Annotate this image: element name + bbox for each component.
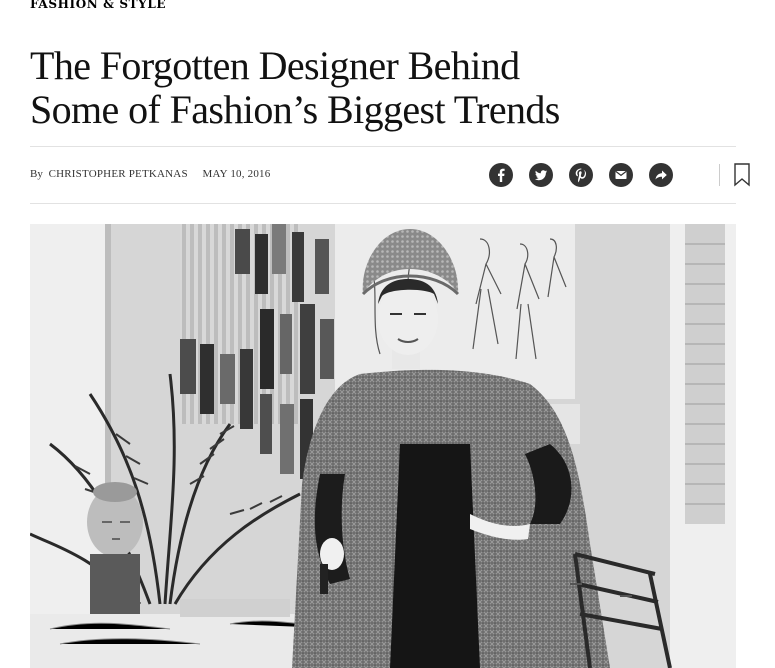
twitter-icon — [535, 170, 547, 181]
facebook-icon — [498, 168, 505, 182]
twitter-share-button[interactable] — [529, 163, 553, 187]
headline: The Forgotten Designer Behind Some of Fa… — [30, 44, 590, 132]
pinterest-share-button[interactable] — [569, 163, 593, 187]
bottom-divider — [30, 203, 736, 204]
save-bookmark-button[interactable] — [732, 162, 752, 188]
headline-line-1: The Forgotten Designer Behind — [30, 43, 520, 88]
lead-photo — [30, 224, 736, 668]
headline-line-2: Some of Fashion’s Biggest Trends — [30, 87, 560, 132]
more-share-button[interactable] — [649, 163, 673, 187]
pinterest-icon — [575, 168, 586, 183]
share-arrow-icon — [655, 170, 667, 180]
top-divider — [30, 146, 736, 147]
facebook-share-button[interactable] — [489, 163, 513, 187]
byline: By CHRISTOPHER PETKANAS MAY 10, 2016 — [30, 168, 270, 180]
publish-date: MAY 10, 2016 — [202, 168, 271, 180]
section-label[interactable]: FASHION & STYLE — [30, 0, 166, 11]
author-name[interactable]: CHRISTOPHER PETKANAS — [49, 168, 188, 180]
byline-prefix: By — [30, 168, 43, 180]
share-divider — [719, 164, 720, 186]
email-icon — [615, 170, 627, 179]
bookmark-icon — [734, 163, 750, 187]
lead-photo-illustration — [30, 224, 736, 668]
email-share-button[interactable] — [609, 163, 633, 187]
byline-row: By CHRISTOPHER PETKANAS MAY 10, 2016 — [30, 163, 750, 187]
